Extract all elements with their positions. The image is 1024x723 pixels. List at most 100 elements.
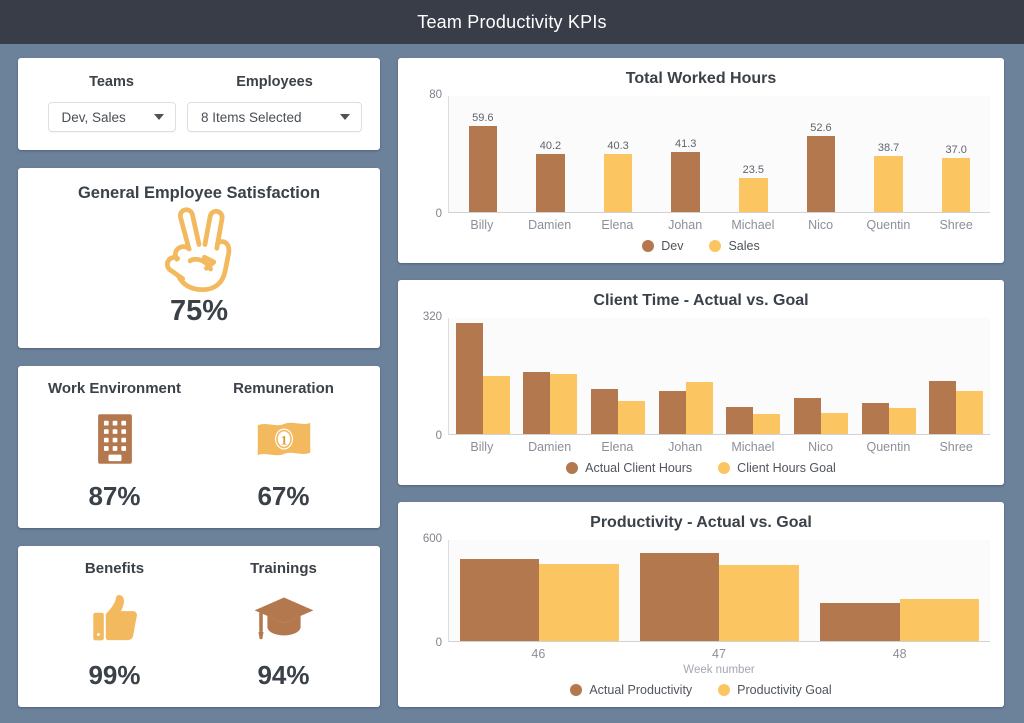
x-axis-tick: Quentin (866, 218, 911, 232)
bar[interactable] (820, 413, 848, 434)
bar[interactable]: 40.2 (536, 140, 565, 212)
chart-plot-area: 80 0 59.6 40.2 40.3 41.3 23.5 52.6 38.7 37.0 (412, 89, 990, 220)
bar[interactable] (539, 564, 619, 641)
benefits-value: 99% (88, 660, 141, 690)
benefits-title: Benefits (84, 559, 145, 577)
legend-label: Client Hours Goal (737, 461, 836, 475)
legend-item[interactable]: Sales (709, 239, 760, 253)
bar[interactable]: 38.7 (874, 142, 903, 212)
bar[interactable]: 41.3 (671, 138, 700, 212)
bar-series: 59.6 40.2 40.3 41.3 23.5 52.6 38.7 37.0 (449, 96, 990, 212)
chart-card-worked-hours: Total Worked Hours 80 0 59.6 40.2 40.3 41.3… (398, 58, 1004, 263)
x-axis-tick: 48 (892, 647, 907, 661)
legend-label: Dev (661, 239, 684, 253)
y-axis: 600 0 (412, 533, 448, 649)
bar-group (584, 318, 652, 434)
y-axis: 80 0 (412, 89, 448, 220)
bar[interactable]: 59.6 (468, 112, 497, 212)
page-title: Team Productivity KPIs (417, 11, 607, 32)
y-axis-tick-max: 320 (422, 311, 442, 323)
bar[interactable] (640, 553, 720, 641)
satisfaction-value: 75% (169, 295, 229, 327)
teams-dropdown[interactable]: Dev, Sales (47, 102, 176, 132)
left-column: Teams Dev, Sales Employees 8 Items Selec… (18, 58, 380, 707)
legend-item[interactable]: Dev (642, 239, 683, 253)
bar[interactable] (726, 406, 754, 434)
bar[interactable] (888, 407, 916, 434)
bar[interactable] (591, 388, 619, 434)
bar[interactable] (455, 323, 483, 434)
bar-group: 38.7 (855, 96, 923, 212)
bar[interactable]: 37.0 (941, 144, 971, 212)
chart-legend: Actual Client Hours Client Hours Goal (412, 454, 990, 475)
legend-label: Actual Productivity (589, 683, 693, 697)
x-axis: 46 47 48 (448, 642, 990, 661)
legend-item[interactable]: Client Hours Goal (718, 461, 836, 475)
legend-item[interactable]: Actual Productivity (570, 683, 692, 697)
remuneration-title: Remuneration (233, 380, 334, 397)
bar-group (787, 318, 855, 434)
chevron-down-icon (153, 114, 164, 120)
legend-color-swatch (570, 684, 583, 696)
bar[interactable] (793, 397, 821, 434)
bar-group: 40.2 (517, 96, 585, 212)
chart-card-client-time: Client Time - Actual vs. Goal 320 0 Bill… (398, 280, 1004, 485)
trainings-title: Trainings (250, 559, 317, 577)
bar[interactable] (753, 414, 781, 434)
legend-item[interactable]: Productivity Goal (718, 683, 832, 697)
bar-group (922, 318, 990, 434)
y-axis-tick-max: 80 (429, 89, 442, 101)
building-icon (92, 397, 138, 481)
bar[interactable] (820, 603, 900, 641)
graduation-cap-icon (253, 577, 315, 661)
benefits-kpi: Benefits 99% (30, 560, 199, 692)
bar[interactable]: 52.6 (806, 122, 836, 212)
kpi-pair-row: Benefits 99% Trainings 94% (30, 560, 368, 692)
bar-group (517, 318, 585, 434)
bar[interactable] (861, 403, 889, 434)
remuneration-kpi: Remuneration 1 67% (199, 380, 368, 512)
y-axis-tick-max: 600 (422, 533, 442, 545)
legend-color-swatch (642, 240, 655, 252)
trainings-value: 94% (257, 660, 310, 690)
x-axis-caption: Week number (683, 664, 755, 676)
victory-hand-icon (160, 203, 238, 295)
bar-group: 37.0 (922, 96, 990, 212)
x-axis-tick: Elena (601, 218, 634, 232)
bar[interactable] (719, 565, 799, 641)
x-axis-tick: Johan (668, 218, 703, 232)
x-axis-tick: Michael (731, 218, 775, 232)
teams-filter: Teams Dev, Sales (36, 74, 187, 132)
chart-legend: Dev Sales (412, 232, 990, 253)
bar[interactable]: 40.3 (603, 140, 633, 212)
employees-dropdown[interactable]: 8 Items Selected (187, 102, 362, 132)
bar[interactable] (956, 391, 984, 434)
bar[interactable] (685, 382, 713, 434)
bar[interactable] (899, 598, 980, 641)
y-axis-tick-min: 0 (435, 208, 442, 220)
bar[interactable] (482, 376, 510, 434)
bar[interactable]: 23.5 (739, 164, 768, 212)
chart-title: Productivity - Actual vs. Goal (590, 514, 812, 531)
bar-group (629, 540, 809, 641)
y-axis-tick-min: 0 (435, 430, 442, 442)
bar[interactable] (459, 558, 540, 641)
bar-group (855, 318, 923, 434)
bar[interactable] (550, 374, 578, 434)
bar[interactable] (618, 400, 646, 434)
bar-value-label: 37.0 (945, 144, 967, 157)
legend-color-swatch (718, 684, 731, 696)
bar-group (652, 318, 720, 434)
satisfaction-kpi-card: General Employee Satisfaction 75% (18, 168, 380, 348)
bar[interactable] (523, 372, 551, 434)
bar[interactable] (658, 391, 686, 434)
bar[interactable] (929, 381, 957, 434)
legend-item[interactable]: Actual Client Hours (566, 461, 692, 475)
plot: 59.6 40.2 40.3 41.3 23.5 52.6 38.7 37.0 (448, 96, 990, 213)
x-axis-tick: Billy (470, 440, 494, 454)
teams-dropdown-value: Dev, Sales (61, 109, 126, 125)
y-axis-tick-min: 0 (435, 637, 442, 649)
legend-label: Actual Client Hours (585, 461, 693, 475)
filters-card: Teams Dev, Sales Employees 8 Items Selec… (18, 58, 380, 150)
chart-card-productivity: Productivity - Actual vs. Goal 600 0 46 4… (398, 502, 1004, 707)
